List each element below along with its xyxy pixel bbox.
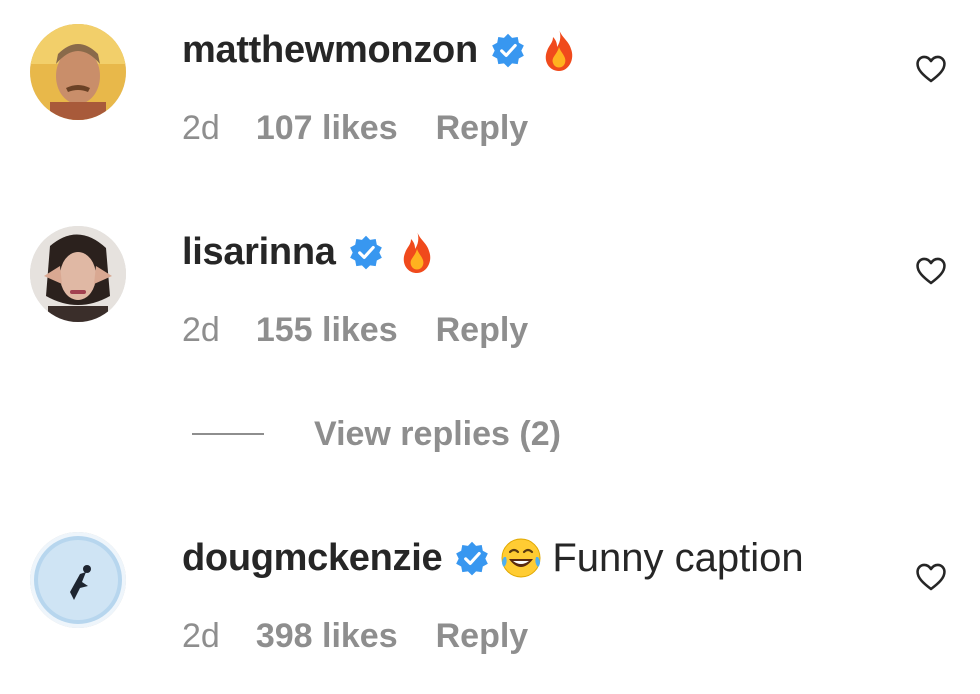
comment-text: Funny caption [552, 535, 804, 580]
username[interactable]: dougmckenzie [182, 537, 443, 580]
verified-badge-icon [349, 235, 382, 270]
likes-count[interactable]: 107 likes [256, 109, 398, 148]
comments-list: matthewmonzon 2d 107 likes Reply lisarin… [0, 0, 980, 694]
timestamp: 2d [182, 108, 220, 147]
comment-item: dougmckenzie Funny caption 2d 398 likes … [0, 508, 980, 655]
like-heart-icon[interactable] [914, 254, 948, 288]
comment-header: lisarinna [182, 230, 438, 274]
reply-button[interactable]: Reply [436, 617, 529, 656]
reply-button[interactable]: Reply [436, 311, 529, 350]
fire-icon [545, 29, 573, 71]
timestamp: 2d [182, 310, 220, 349]
avatar-image [30, 226, 126, 322]
view-replies-label[interactable]: View replies (2) [314, 415, 561, 454]
comment-header: matthewmonzon [182, 28, 580, 72]
comment-header: dougmckenzie Funny caption [182, 536, 804, 580]
username[interactable]: matthewmonzon [182, 29, 478, 72]
fire-icon [403, 231, 430, 273]
like-heart-icon[interactable] [914, 52, 948, 86]
reply-button[interactable]: Reply [436, 109, 529, 148]
comment-item: matthewmonzon 2d 107 likes Reply [0, 0, 980, 147]
likes-count[interactable]: 155 likes [256, 311, 398, 350]
comment-meta: 2d 398 likes Reply [182, 616, 528, 656]
avatar[interactable] [30, 24, 126, 120]
verified-badge-icon [456, 541, 489, 576]
view-replies-divider [192, 433, 264, 435]
comment-item: lisarinna 2d 155 likes Reply [0, 202, 980, 349]
avatar[interactable] [30, 226, 126, 322]
like-heart-icon[interactable] [914, 560, 948, 594]
comment-meta: 2d 107 likes Reply [182, 108, 528, 148]
avatar[interactable] [30, 532, 126, 628]
username[interactable]: lisarinna [182, 231, 336, 274]
likes-count[interactable]: 398 likes [256, 617, 398, 656]
laughing-tears-icon [501, 538, 541, 578]
verified-badge-icon [492, 33, 524, 68]
view-replies-button[interactable]: View replies (2) [192, 414, 561, 454]
avatar-image [30, 24, 126, 120]
timestamp: 2d [182, 616, 220, 655]
avatar-image [30, 532, 126, 628]
comment-meta: 2d 155 likes Reply [182, 310, 528, 350]
